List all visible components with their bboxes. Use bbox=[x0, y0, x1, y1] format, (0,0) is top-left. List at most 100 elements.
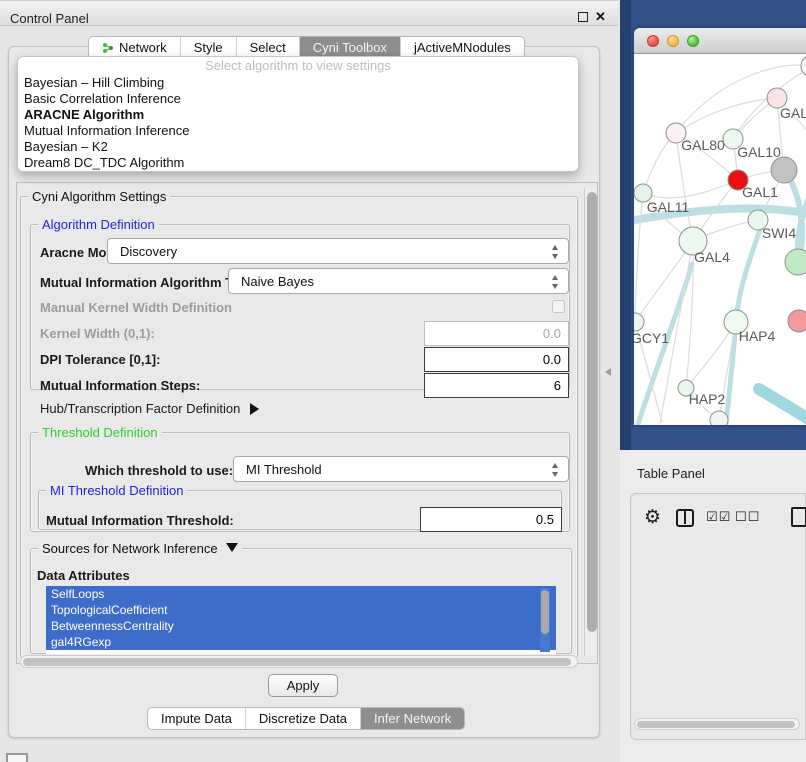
algorithm-dropdown-prompt: Select algorithm to view settings bbox=[18, 57, 578, 75]
algorithm-dropdown-popup: Select algorithm to view settings Bayesi… bbox=[17, 56, 579, 172]
manual-kernel-label: Manual Kernel Width Definition bbox=[40, 300, 232, 315]
tab-cyni-toolbox[interactable]: Cyni Toolbox bbox=[300, 37, 401, 58]
tab-label: Style bbox=[194, 40, 223, 55]
algorithm-option[interactable]: Bayesian – Hill Climbing bbox=[18, 75, 578, 91]
apply-button[interactable]: Apply bbox=[268, 674, 338, 697]
network-edge bbox=[635, 193, 643, 322]
panel-splitter-grip[interactable] bbox=[605, 368, 611, 376]
control-panel-title: Control Panel bbox=[10, 11, 89, 26]
node-label-HAP4: HAP4 bbox=[739, 328, 776, 344]
deselect-all-checks-icon[interactable]: ☐☐ bbox=[735, 510, 760, 525]
mi-algorithm-type-select[interactable]: Naive Bayes bbox=[228, 268, 569, 294]
cyni-group-title: Cyni Algorithm Settings bbox=[28, 189, 170, 204]
node-label-GAL10: GAL10 bbox=[737, 144, 781, 160]
select-all-checks-icon[interactable]: ☑☑ bbox=[706, 510, 731, 525]
control-panel-titlebar: Control Panel ✕ bbox=[0, 0, 618, 26]
network-node-salmon-node[interactable] bbox=[788, 310, 806, 332]
algorithm-option[interactable]: Dream8 DC_TDC Algorithm bbox=[18, 155, 578, 171]
minimize-traffic-light-icon[interactable] bbox=[667, 35, 679, 47]
tab-select[interactable]: Select bbox=[237, 37, 300, 58]
network-node-top-right[interactable] bbox=[801, 55, 806, 77]
float-window-icon[interactable] bbox=[578, 12, 588, 22]
settings-horizontal-scrollbar[interactable] bbox=[20, 655, 578, 668]
kernel-width-label: Kernel Width (0,1): bbox=[40, 326, 155, 341]
network-node-green-bright[interactable] bbox=[785, 249, 806, 275]
attribute-item[interactable]: BetweennessCentrality bbox=[46, 618, 556, 634]
network-node-gray-node[interactable] bbox=[771, 157, 797, 183]
tab-discretize-data[interactable]: Discretize Data bbox=[246, 708, 361, 729]
sources-group-title[interactable]: Sources for Network Inference bbox=[38, 541, 242, 556]
table-toolbar: ⚙ ☑☑ ☐☐ bbox=[636, 505, 806, 535]
algorithm-option[interactable]: Bayesian – K2 bbox=[18, 139, 578, 155]
network-icon bbox=[102, 42, 114, 54]
which-threshold-label: Which threshold to use: bbox=[85, 463, 233, 478]
tab-impute-data[interactable]: Impute Data bbox=[148, 708, 246, 729]
node-label-HAP2: HAP2 bbox=[689, 391, 726, 407]
tab-infer-network[interactable]: Infer Network bbox=[361, 708, 464, 729]
settings-vertical-scrollbar[interactable] bbox=[584, 188, 597, 656]
which-threshold-select[interactable]: MI Threshold bbox=[233, 456, 569, 482]
node-label-GAL4: GAL4 bbox=[694, 249, 730, 265]
gear-icon[interactable]: ⚙ bbox=[644, 506, 661, 528]
mi-threshold-label: Mutual Information Threshold: bbox=[46, 513, 234, 528]
stepper-icon bbox=[552, 463, 559, 477]
stepper-icon bbox=[552, 275, 559, 289]
hub-definition-toggle[interactable]: Hub/Transcription Factor Definition bbox=[40, 401, 259, 416]
tab-label: Select bbox=[250, 40, 286, 55]
node-label-GCY1: GCY1 bbox=[634, 330, 669, 346]
node-label-GAL80: GAL80 bbox=[681, 137, 725, 153]
node-label-SWI4: SWI4 bbox=[762, 225, 796, 241]
attribute-item[interactable]: gal4RGexp bbox=[46, 634, 556, 650]
network-edge bbox=[643, 180, 738, 198]
data-attributes-label: Data Attributes bbox=[37, 568, 130, 583]
network-graph: GALGAL80GAL10GAL1GAL11SWI4GAL4GCY1HAP4YH… bbox=[634, 54, 806, 425]
expand-right-icon bbox=[250, 403, 259, 415]
algorithm-definition-title: Algorithm Definition bbox=[38, 217, 159, 232]
collapse-down-icon bbox=[226, 543, 238, 552]
kernel-width-field[interactable]: 0.0 bbox=[424, 321, 569, 346]
stepper-icon bbox=[552, 245, 559, 259]
tab-label: jActiveMNodules bbox=[414, 40, 511, 55]
tab-jactivemnodules[interactable]: jActiveMNodules bbox=[401, 37, 524, 58]
close-icon[interactable]: ✕ bbox=[595, 9, 606, 25]
mi-type-label: Mutual Information Algorithm Type: bbox=[40, 275, 259, 290]
dpi-tolerance-label: DPI Tolerance [0,1]: bbox=[40, 352, 160, 367]
network-edge-teal bbox=[759, 389, 806, 425]
manual-kernel-checkbox[interactable] bbox=[552, 300, 565, 313]
mi-steps-label: Mutual Information Steps: bbox=[40, 378, 200, 393]
table-horizontal-scrollbar[interactable] bbox=[634, 718, 800, 730]
tab-style[interactable]: Style bbox=[181, 37, 237, 58]
network-node-bottom-node[interactable] bbox=[710, 411, 728, 425]
network-window-titlebar[interactable] bbox=[634, 28, 806, 54]
algorithm-option[interactable]: ARACNE Algorithm bbox=[18, 107, 578, 123]
network-view-frame bbox=[620, 0, 631, 450]
attribute-item[interactable]: TopologicalCoefficient bbox=[46, 602, 556, 618]
network-window: GALGAL80GAL10GAL1GAL11SWI4GAL4GCY1HAP4YH… bbox=[634, 28, 806, 425]
tab-label: Cyni Toolbox bbox=[313, 40, 387, 55]
tab-label: Network bbox=[119, 40, 167, 55]
document-icon[interactable] bbox=[791, 507, 806, 527]
columns-icon[interactable] bbox=[676, 509, 694, 527]
network-node-GCY1[interactable] bbox=[634, 313, 644, 331]
node-label-pink-top: GAL bbox=[780, 105, 806, 121]
tab-network[interactable]: Network bbox=[89, 37, 181, 58]
mi-threshold-group-title: MI Threshold Definition bbox=[46, 483, 187, 498]
cyni-mode-tabbar: Impute DataDiscretize DataInfer Network bbox=[147, 707, 465, 730]
bottom-left-panel-icon[interactable] bbox=[6, 753, 28, 762]
node-label-GAL1: GAL1 bbox=[742, 184, 778, 200]
algorithm-dropdown-list: Bayesian – Hill ClimbingBasic Correlatio… bbox=[18, 75, 578, 171]
threshold-definition-title: Threshold Definition bbox=[38, 425, 162, 440]
mi-threshold-field[interactable]: 0.5 bbox=[420, 507, 562, 532]
dpi-tolerance-field[interactable]: 0.0 bbox=[424, 347, 569, 372]
close-traffic-light-icon[interactable] bbox=[647, 35, 659, 47]
node-label-GAL11: GAL11 bbox=[647, 199, 690, 215]
algorithm-option[interactable]: Mutual Information Inference bbox=[18, 123, 578, 139]
attribute-list-scrollbar[interactable] bbox=[540, 588, 550, 652]
mi-steps-field[interactable]: 6 bbox=[424, 373, 569, 398]
algorithm-option[interactable]: Basic Correlation Inference bbox=[18, 91, 578, 107]
data-attributes-list[interactable]: SelfLoopsTopologicalCoefficientBetweenne… bbox=[46, 586, 556, 654]
attribute-item[interactable]: SelfLoops bbox=[46, 586, 556, 602]
aracne-mode-select[interactable]: Discovery bbox=[107, 238, 569, 264]
zoom-traffic-light-icon[interactable] bbox=[687, 35, 699, 47]
network-canvas[interactable]: GALGAL80GAL10GAL1GAL11SWI4GAL4GCY1HAP4YH… bbox=[634, 54, 806, 425]
